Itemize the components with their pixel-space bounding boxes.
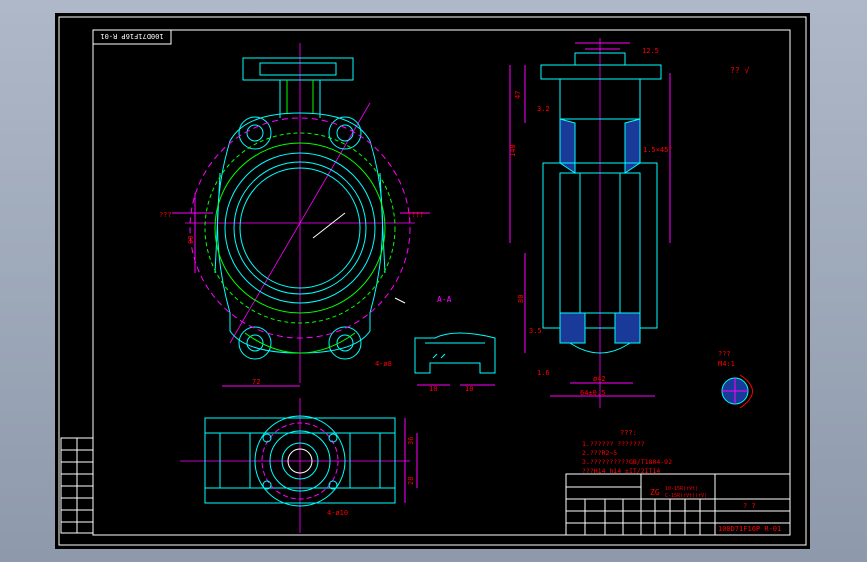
- dim-47: 47: [514, 91, 522, 99]
- roughness-label: ???: [718, 350, 731, 358]
- dim-4-phi10: 4-ø10: [327, 509, 348, 517]
- technical-notes: ???: 1.?????? ??????? 2.???R2~5 3.??????…: [582, 429, 672, 475]
- roughness-12-5: 12.5: [642, 47, 659, 55]
- dim-28: 28: [407, 477, 415, 485]
- left-revision-strip: [60, 437, 94, 534]
- dim-10-a: 10: [429, 385, 437, 393]
- drawing-number-block: 100D71F16P R-01: [718, 525, 781, 533]
- bottom-view: [180, 398, 418, 533]
- material-spec-1: 10-15R(rVt): [665, 486, 698, 492]
- note-3: 3.??????????GB/T1804-92: [582, 458, 672, 466]
- material-spec-2: C-15R(rVt)(rV): [665, 493, 707, 499]
- section-detail: [414, 332, 496, 386]
- general-roughness-mark: ?? √: [730, 66, 749, 75]
- notes-title: ???:: [620, 429, 637, 437]
- drawing-number-top: 100D71F16P R-01: [100, 32, 163, 40]
- roughness-3-5: 3.5: [529, 327, 542, 335]
- dim-chamfer: 1.5×45°: [643, 146, 673, 154]
- drawing-number-top-box: 100D71F16P R-01: [92, 29, 172, 45]
- title-text: ? ?: [743, 502, 756, 510]
- front-view: [172, 43, 430, 387]
- roughness-1-6: 1.6: [537, 369, 550, 377]
- note-2: 2.???R2~5: [582, 449, 617, 457]
- dim-90: 90: [187, 236, 195, 244]
- roughness-scale: M4:1: [718, 360, 735, 368]
- dim-36: 36: [407, 437, 415, 445]
- dim-label-left: ???: [159, 211, 172, 219]
- inner-border: [92, 29, 791, 536]
- dim-phi42: ø42: [593, 375, 606, 383]
- roughness-symbol: [721, 374, 753, 409]
- drawing-canvas: 100D71F16P R-01 ??? ???? 90 72 4-ø8 A-A …: [58, 16, 807, 546]
- note-1: 1.?????? ???????: [582, 440, 645, 448]
- dim-4-phi8: 4-ø8: [375, 360, 392, 368]
- dim-64: 64±0.5: [580, 389, 605, 397]
- dim-label-right: ????: [407, 211, 424, 219]
- outer-border: [58, 16, 807, 546]
- dim-80: 80: [517, 295, 525, 303]
- dim-72: 72: [252, 378, 260, 386]
- section-label: A-A: [437, 295, 452, 304]
- dim-10-b: 10: [465, 385, 473, 393]
- side-section-view: [509, 38, 671, 408]
- dim-140: 140: [509, 144, 517, 157]
- material-code: ZG: [650, 488, 660, 497]
- roughness-3-2: 3.2: [537, 105, 550, 113]
- drawing-sheet: 100D71F16P R-01 ??? ???? 90 72 4-ø8 A-A …: [55, 13, 810, 549]
